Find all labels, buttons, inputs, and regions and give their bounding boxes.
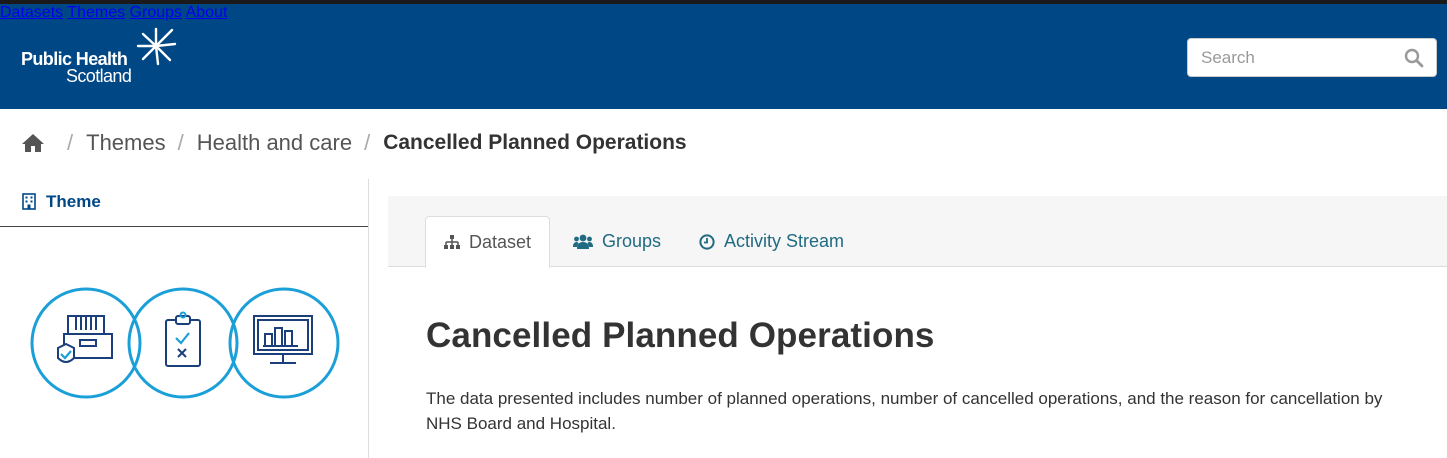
breadcrumb-health-and-care[interactable]: Health and care — [197, 130, 352, 156]
clipboard-checklist-icon — [165, 311, 201, 367]
tab-dataset-label: Dataset — [469, 231, 532, 252]
nav-about[interactable]: About — [186, 4, 228, 21]
users-icon — [573, 234, 593, 249]
theme-image[interactable] — [30, 286, 342, 400]
dataset-description: The data presented includes number of pl… — [426, 389, 1383, 433]
clock-icon — [699, 233, 715, 250]
sidebar: Theme — [0, 179, 369, 458]
tab-dataset[interactable]: Dataset — [425, 216, 551, 268]
main-nav: Datasets Themes Groups About — [0, 4, 1447, 22]
secure-archive-icon — [57, 315, 113, 363]
dataset-panel: Dataset Groups Activity Stream Cancelled… — [388, 196, 1447, 458]
tab-activity-stream-label: Activity Stream — [724, 231, 845, 251]
tab-groups[interactable]: Groups — [573, 216, 661, 267]
site-logo[interactable]: Public Health Scotland — [21, 24, 181, 94]
page-title: Cancelled Planned Operations — [426, 316, 935, 355]
search-box — [1187, 38, 1437, 77]
nav-themes[interactable]: Themes — [67, 4, 125, 21]
logo-text-line2: Scotland — [66, 66, 132, 86]
tab-activity-stream[interactable]: Activity Stream — [699, 216, 844, 267]
breadcrumb-separator: / — [177, 130, 184, 155]
breadcrumb-themes[interactable]: Themes — [86, 130, 165, 156]
tab-bar: Dataset Groups Activity Stream — [388, 196, 1447, 268]
search-icon[interactable] — [1404, 48, 1424, 68]
search-input[interactable] — [1188, 39, 1398, 76]
monitor-chart-icon — [253, 315, 313, 364]
breadcrumb: / Themes / Health and care / Cancelled P… — [21, 128, 687, 158]
masthead: Public Health Scotland Datasets Themes G… — [0, 4, 1447, 109]
home-icon[interactable] — [21, 132, 45, 154]
sidebar-heading-label: Theme — [46, 192, 101, 211]
breadcrumb-separator: / — [67, 130, 74, 155]
breadcrumb-separator: / — [364, 130, 371, 155]
breadcrumb-current[interactable]: Cancelled Planned Operations — [383, 131, 686, 155]
sidebar-heading: Theme — [0, 179, 368, 227]
star-burst-icon — [136, 27, 177, 66]
sitemap-icon — [444, 235, 460, 249]
nav-groups[interactable]: Groups — [130, 4, 182, 21]
building-icon — [22, 193, 36, 210]
tab-groups-label: Groups — [602, 231, 662, 251]
nav-datasets[interactable]: Datasets — [0, 4, 63, 21]
